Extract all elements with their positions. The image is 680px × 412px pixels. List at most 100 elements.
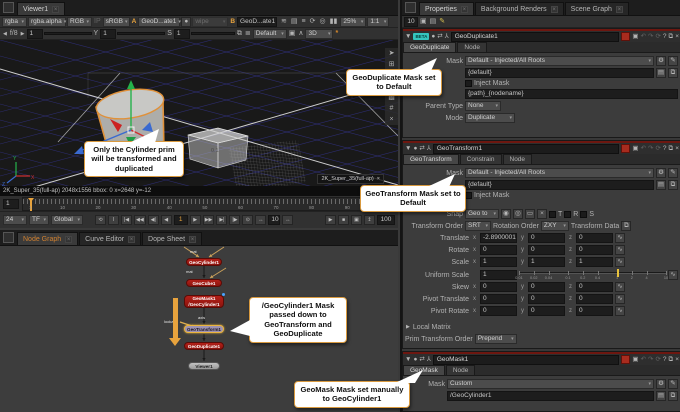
gamma-field[interactable]: 1 <box>100 29 116 39</box>
float-icon[interactable]: ⧉ <box>669 354 674 365</box>
tab-node[interactable]: Node <box>457 42 487 52</box>
tab-dope-sheet[interactable]: Dope Sheet × <box>142 232 202 245</box>
next-keyframe-icon[interactable]: ▶▶ <box>203 215 215 225</box>
prim-transform-order-dropdown[interactable]: Prepend▾ <box>475 334 517 344</box>
close-icon[interactable]: × <box>675 143 679 154</box>
mask-dropdown[interactable]: Default - Injected/All Roots▾ <box>465 168 654 178</box>
refresh-icon[interactable]: ⟳ <box>309 17 317 27</box>
current-frame-field[interactable]: 1 <box>3 199 19 209</box>
collapse-icon[interactable]: ▼ <box>405 31 411 42</box>
tab-geotransform[interactable]: GeoTransform <box>403 154 459 164</box>
clip-warning-icon[interactable]: ⧉ <box>236 29 243 39</box>
mask-pattern-field[interactable]: {default} <box>465 180 654 190</box>
close-icon[interactable]: × <box>52 6 59 13</box>
pause-icon[interactable]: ▮▮ <box>329 17 339 27</box>
playback-current-frame[interactable]: 1 <box>174 215 188 225</box>
play-icon[interactable]: ▶ <box>190 215 201 225</box>
copy-icon[interactable]: ⧉ <box>668 180 678 190</box>
close-icon[interactable]: × <box>128 236 135 243</box>
float-panel-icon[interactable]: ⇄ <box>419 143 424 154</box>
lock-icon[interactable]: ▣ <box>288 29 297 39</box>
tab-node[interactable]: Node <box>446 365 476 375</box>
x-field[interactable]: -2.8900001 <box>480 233 517 243</box>
animation-menu-icon[interactable]: ∿ <box>615 245 625 255</box>
animation-menu-icon[interactable]: ∿ <box>615 233 625 243</box>
frame-ruler[interactable]: 1102030405060708090100 <box>22 197 395 211</box>
step-back-icon[interactable]: ◀| <box>148 215 159 225</box>
b-buffer-label[interactable]: B <box>229 18 236 25</box>
animation-menu-icon[interactable]: ∿ <box>668 270 678 280</box>
channel-mask-icon[interactable]: ▣ <box>632 31 638 42</box>
upload-icon[interactable]: ↥ <box>364 215 375 225</box>
proxy-dropdown[interactable]: 1:1▾ <box>367 17 389 27</box>
z-field[interactable]: 0 <box>576 282 613 292</box>
wipe-dropdown[interactable]: wipe▾ <box>192 17 228 27</box>
channels-dropdown[interactable]: rgba▾ <box>2 17 27 27</box>
node-geoduplicate1[interactable]: GeoDuplicate1 <box>184 342 224 350</box>
pane-menu-icon[interactable] <box>3 2 14 13</box>
close-strip-icon[interactable]: × <box>389 116 393 123</box>
viewport-3d[interactable]: 0.1 <box>0 40 398 186</box>
snap-t-checkbox[interactable] <box>549 211 556 218</box>
help-icon[interactable]: ? <box>663 31 667 42</box>
edit-expression-icon[interactable]: ✎ <box>668 168 678 178</box>
z-field[interactable]: 0 <box>576 233 613 243</box>
layers-icon[interactable]: ≡ <box>301 17 307 27</box>
undo-icon[interactable]: ↶ <box>641 31 646 42</box>
mode-dropdown[interactable]: Duplicate▾ <box>465 113 515 123</box>
redo-icon[interactable]: ↷ <box>648 354 653 365</box>
animation-menu-icon[interactable]: ∿ <box>615 282 625 292</box>
z-field[interactable]: 0 <box>576 306 613 316</box>
node-name-field[interactable]: GeoMask1 <box>433 355 620 365</box>
channel-mask-icon[interactable]: ▣ <box>632 143 638 154</box>
y-field[interactable]: 0 <box>528 245 565 255</box>
frame-step-field[interactable]: 10 <box>268 215 280 225</box>
a-input-dropdown[interactable]: GeoD...ate1▾ <box>138 17 180 27</box>
b-input-field[interactable]: GeoD...ate1 <box>237 17 277 27</box>
float-panel-icon[interactable]: ⇄ <box>419 354 424 365</box>
a-buffer-label[interactable]: A <box>131 18 138 25</box>
goto-end-icon[interactable]: |▶ <box>229 215 240 225</box>
frame-range-icon[interactable]: ⊙ <box>242 215 253 225</box>
z-field[interactable]: 0 <box>576 245 613 255</box>
scene-browse-icon[interactable]: ▤ <box>656 180 666 190</box>
x-field[interactable]: 0 <box>480 306 517 316</box>
viewer-lut-dropdown[interactable]: Default▾ <box>253 29 287 39</box>
uniform-scale-field[interactable]: 1 <box>480 270 517 280</box>
float-icon[interactable]: ⧉ <box>669 31 674 42</box>
float-panel-icon[interactable]: ⇄ <box>437 31 442 42</box>
scene-browse-icon[interactable]: ▤ <box>656 391 666 401</box>
max-panels-field[interactable]: 10 <box>404 17 418 27</box>
expand-icon[interactable]: ▶ <box>405 322 411 332</box>
view-mode-3d-dropdown[interactable]: 3D▾ <box>305 29 333 39</box>
z-field[interactable]: 1 <box>576 257 613 267</box>
gain-field[interactable]: 1 <box>27 29 43 39</box>
play-back-icon[interactable]: ◀ <box>161 215 172 225</box>
step-forward-n-icon[interactable]: ↔ <box>282 215 293 225</box>
next-fstop-icon[interactable]: ▶ <box>20 29 26 39</box>
duplicate-path-field[interactable]: {path}_{nodename} <box>465 89 678 99</box>
node-geomask1[interactable]: GeoMask1 /GeoCylinder1 <box>184 295 224 308</box>
snap-s-checkbox[interactable] <box>580 211 587 218</box>
node-viewer1[interactable]: Viewer1 <box>188 362 220 370</box>
close-icon[interactable]: × <box>616 6 623 13</box>
revert-icon[interactable]: ⟳ <box>655 143 660 154</box>
undo-icon[interactable]: ↶ <box>641 143 646 154</box>
y-field[interactable]: 0 <box>528 282 565 292</box>
float-icon[interactable]: ⧉ <box>669 143 674 154</box>
snap-edge-icon[interactable]: ▭ <box>525 209 535 219</box>
gain-slider[interactable] <box>44 32 92 35</box>
inject-mask-checkbox[interactable] <box>465 192 472 199</box>
scene-browse-icon[interactable]: ▤ <box>656 68 666 78</box>
channel-mask-icon[interactable]: ▣ <box>632 354 638 365</box>
wire-icon[interactable]: # <box>390 105 394 112</box>
prev-fstop-icon[interactable]: ◀ <box>2 29 8 39</box>
saturation-slider[interactable] <box>191 32 235 35</box>
monitor-out-icon[interactable]: ▤ <box>290 17 299 27</box>
revert-icon[interactable]: ⟳ <box>655 31 660 42</box>
pin-icon[interactable]: ⅄ <box>427 354 431 365</box>
parent-type-dropdown[interactable]: None▾ <box>465 101 501 111</box>
gear-icon[interactable]: ⚙ <box>656 56 666 66</box>
inject-mask-checkbox[interactable] <box>465 80 472 87</box>
end-frame-field[interactable]: 100 <box>377 215 395 225</box>
